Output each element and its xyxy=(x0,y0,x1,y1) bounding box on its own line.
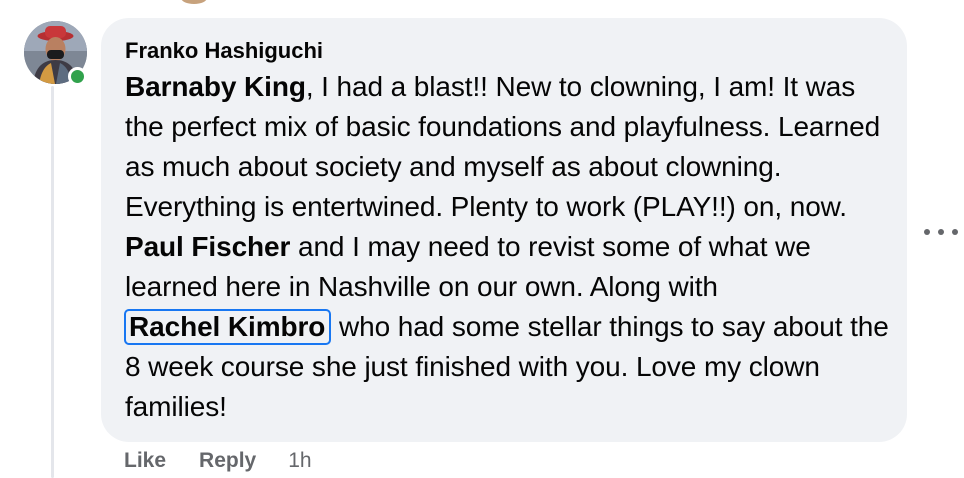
more-options-icon xyxy=(952,229,958,235)
more-options-icon xyxy=(938,229,944,235)
comment-thread: Franko Hashiguchi Barnaby King, I had a … xyxy=(0,0,964,478)
mention-barnaby-king[interactable]: Barnaby King xyxy=(125,71,306,102)
previous-reaction-fragment xyxy=(181,0,207,4)
reply-button[interactable]: Reply xyxy=(199,449,256,473)
more-options-icon xyxy=(924,229,930,235)
comment-timestamp[interactable]: 1h xyxy=(288,449,311,473)
comment-actions: Like Reply 1h xyxy=(124,447,312,475)
online-status-dot xyxy=(68,67,87,86)
mention-paul-fischer[interactable]: Paul Fischer xyxy=(125,231,290,262)
thread-connector-line xyxy=(51,86,54,478)
more-options-button[interactable] xyxy=(924,221,958,243)
comment-body: Barnaby King, I had a blast!! New to clo… xyxy=(124,67,895,427)
comment-bubble: Franko Hashiguchi Barnaby King, I had a … xyxy=(101,18,907,442)
like-button[interactable]: Like xyxy=(124,449,166,473)
mention-rachel-kimbro[interactable]: Rachel Kimbro xyxy=(124,309,332,345)
comment-author-link[interactable]: Franko Hashiguchi xyxy=(125,37,323,65)
